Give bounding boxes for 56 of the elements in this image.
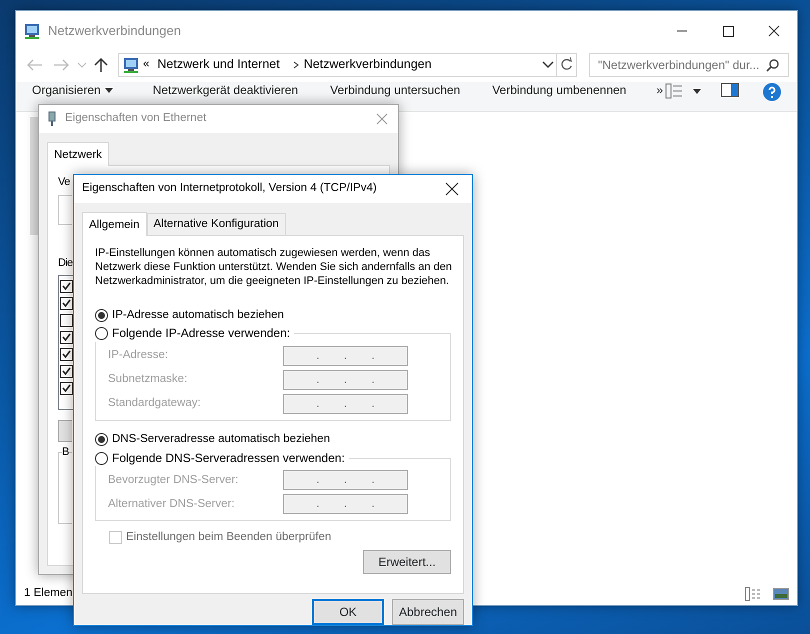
field-label: Alternativer DNS-Server: — [108, 496, 235, 512]
dialog-title: Eigenschaften von Internetprotokoll, Version 4 (TCP/IPv4) — [82, 181, 378, 196]
field-label: Standardgateway: — [108, 396, 201, 412]
list-label: Die — [58, 256, 72, 271]
radio-label: Folgende DNS-Serveradressen verwenden: — [112, 450, 345, 466]
toolbar-button[interactable]: Organisieren — [32, 83, 113, 98]
checkbox[interactable] — [60, 365, 73, 378]
radio-label: Folgende IP-Adresse verwenden: — [112, 326, 290, 342]
checkbox[interactable] — [60, 382, 73, 396]
search-icon — [766, 58, 780, 72]
network-icon — [123, 56, 139, 72]
radio-button[interactable] — [95, 452, 108, 466]
checkbox[interactable] — [60, 314, 73, 328]
window-title: Eigenschaften von Ethernet — [65, 111, 208, 126]
field-label: Bevorzugter DNS-Server: — [108, 472, 238, 488]
ethernet-plug-icon — [47, 111, 57, 127]
description-text: IP-Einstellungen können automatisch zugewiesen werden, wenn das Netzwerk diese Funktion unterstützt. Wenden Sie sich andernfalls an den Netzwerkadministrator, um die geeigneten IP-Einstellungen zu beziehen. — [95, 246, 453, 288]
window-title: Netzwerkverbindungen — [48, 22, 182, 40]
breadcrumb-item[interactable]: Netzwerkverbindungen — [304, 55, 432, 74]
toolbar-button[interactable]: Verbindung untersuchen — [330, 83, 460, 98]
help-icon[interactable] — [763, 83, 781, 101]
tab[interactable]: Netzwerk — [47, 142, 109, 166]
adapter-field — [58, 194, 72, 225]
status-text: 1 Elemen — [24, 586, 73, 602]
toolbar-button[interactable]: Verbindung umbenennen — [492, 83, 626, 98]
checkbox-label: Einstellungen beim Beenden überprüfen — [126, 530, 332, 546]
breadcrumb-separator[interactable]: « — [143, 56, 150, 74]
field-label: Subnetzmaske: — [108, 372, 188, 388]
field-label: Ve — [58, 175, 70, 190]
radio-label: DNS-Serveradresse automatisch beziehen — [112, 432, 330, 448]
checkbox[interactable] — [60, 280, 73, 294]
toolbar-button[interactable]: » — [656, 83, 664, 98]
view-options-icon[interactable] — [665, 83, 683, 99]
up-arrow-icon[interactable] — [92, 56, 110, 72]
network-icon — [24, 23, 40, 39]
breadcrumb-item[interactable]: Netzwerk und Internet — [157, 55, 280, 74]
checkbox[interactable] — [60, 331, 73, 344]
tab[interactable]: Alternative Konfiguration — [146, 212, 286, 236]
checkbox[interactable] — [60, 348, 73, 362]
radio-button[interactable] — [95, 433, 108, 446]
radio-button[interactable] — [95, 327, 108, 340]
tab[interactable]: Allgemein — [82, 212, 146, 236]
caret-icon[interactable] — [693, 89, 701, 94]
advanced-button[interactable]: Erweitert... — [363, 550, 451, 574]
preview-pane-icon[interactable] — [721, 83, 739, 97]
caret-icon — [104, 88, 113, 93]
radio-button[interactable] — [95, 308, 108, 322]
field-label: IP-Adresse: — [108, 348, 168, 364]
checkbox[interactable] — [60, 297, 73, 310]
dropdown-icon[interactable] — [540, 60, 556, 70]
dialog-button[interactable]: OK — [312, 599, 384, 625]
search-field[interactable]: "Netzwerkverbindungen" dur... — [589, 52, 789, 76]
dialog-button[interactable]: Abbrechen — [392, 599, 464, 625]
toolbar-button[interactable]: Netzwerkgerät deaktivieren — [152, 83, 298, 98]
radio-label: IP-Adresse automatisch beziehen — [112, 308, 284, 323]
details-view-icon[interactable] — [745, 587, 763, 601]
